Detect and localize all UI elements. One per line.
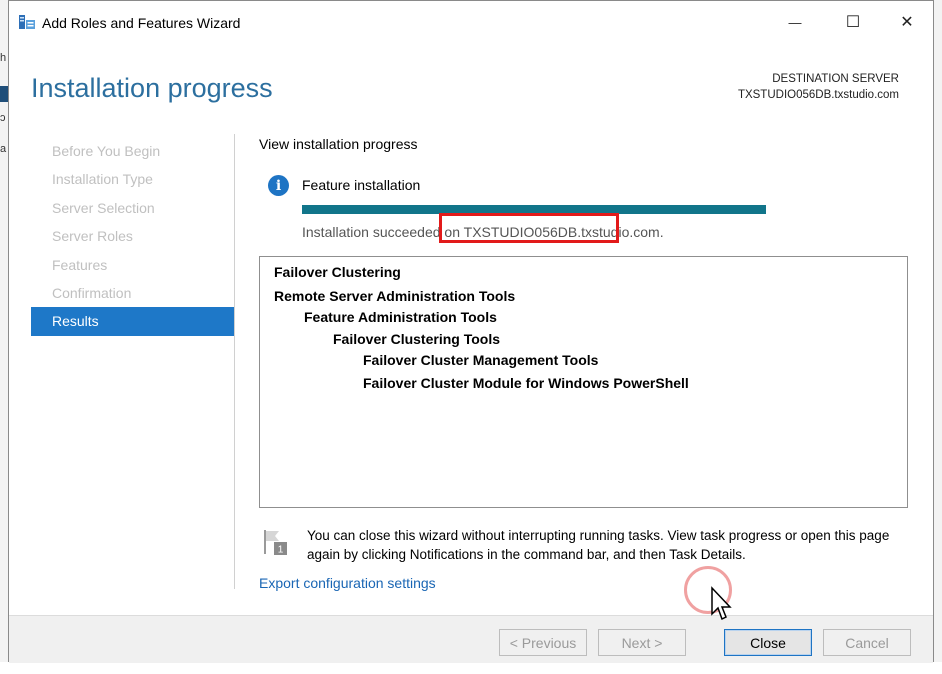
result-item-rsat: Remote Server Administration Tools [274,288,516,304]
result-item-cluster-management-tools: Failover Cluster Management Tools [363,352,599,368]
server-manager-icon [19,15,35,29]
wizard-nav: Before You Begin Installation Type Serve… [31,137,234,336]
nav-item-features: Features [52,256,108,273]
nav-item-confirmation: Confirmation [52,284,132,301]
destination-server-label: DESTINATION SERVER [772,73,899,85]
nav-item-installation-type: Installation Type [52,171,153,188]
export-configuration-link[interactable]: Export configuration settings [259,575,436,591]
info-icon: i [268,175,289,196]
close-window-button[interactable]: ✕ [885,7,929,37]
view-progress-label: View installation progress [259,136,418,152]
previous-button[interactable]: < Previous [499,629,587,656]
result-item-failover-clustering-tools: Failover Clustering Tools [333,331,500,347]
nav-item-server-roles: Server Roles [52,228,133,245]
nav-item-server-selection: Server Selection [52,199,155,216]
window-title: Add Roles and Features Wizard [42,15,241,31]
close-icon: ✕ [900,14,914,31]
notification-badge: 1 [278,545,284,556]
mouse-pointer-icon [711,586,732,621]
maximize-button[interactable]: ☐ [831,7,875,37]
result-item-failover-clustering: Failover Clustering [274,264,401,280]
close-wizard-note: You can close this wizard without interr… [307,528,890,562]
maximize-icon: ☐ [845,14,861,31]
notification-flag-icon: 1 [264,530,287,556]
wizard-footer: < Previous Next > Close Cancel [9,615,933,663]
minimize-button[interactable]: — [773,7,817,37]
nav-item-results[interactable]: Results [31,307,234,336]
title-bar[interactable]: Add Roles and Features Wizard — ☐ ✕ [9,1,933,43]
background-window-selection [0,86,8,102]
destination-server-block: DESTINATION SERVER TXSTUDIO056DB.txstudi… [738,71,899,103]
red-highlight-box [439,213,619,243]
wizard-window: Add Roles and Features Wizard — ☐ ✕ Inst… [8,0,934,663]
cancel-button[interactable]: Cancel [823,629,911,656]
result-item-cluster-powershell-module: Failover Cluster Module for Windows Powe… [363,375,689,391]
close-button[interactable]: Close [724,629,812,656]
page-title: Installation progress [31,73,273,103]
feature-installation-label: Feature installation [302,177,421,193]
destination-server-name: TXSTUDIO056DB.txstudio.com [737,89,899,101]
results-list[interactable]: Failover Clustering Remote Server Admini… [259,256,908,508]
nav-divider [234,134,235,589]
background-window-bottom [0,662,942,674]
result-item-feature-admin-tools: Feature Administration Tools [304,309,497,325]
next-button[interactable]: Next > [598,629,686,656]
nav-item-before-you-begin: Before You Begin [52,143,161,159]
minimize-icon: — [788,14,802,30]
